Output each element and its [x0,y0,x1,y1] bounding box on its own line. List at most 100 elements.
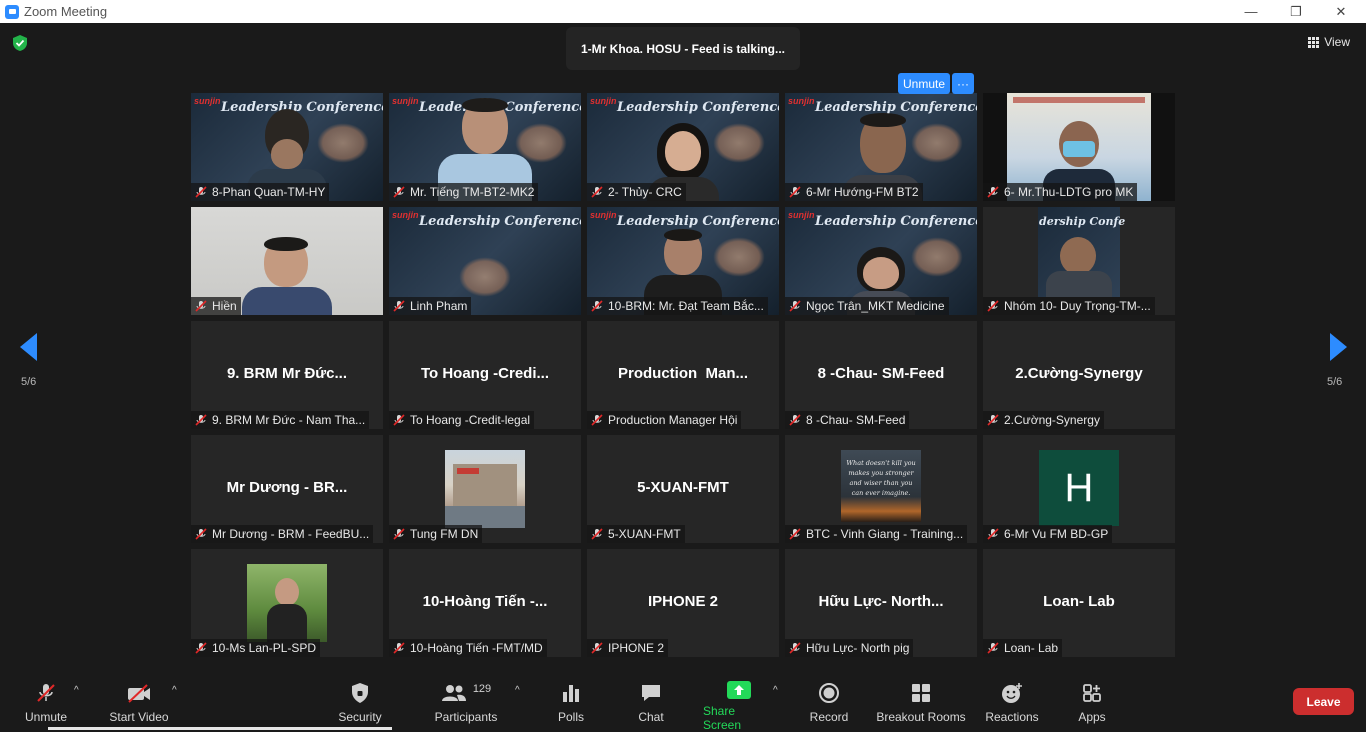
meeting-toolbar: Unmute ^ Start Video ^ Security 129 Part… [0,675,1366,732]
video-tile[interactable]: dership Confe Nhóm 10- Duy Trọng-TM-... [983,207,1175,315]
participant-name-label: Nhóm 10- Duy Trọng-TM-... [983,297,1155,315]
view-button[interactable]: View [1308,35,1350,49]
video-tile[interactable]: To Hoang -Credi... To Hoang -Credit-lega… [389,321,581,429]
muted-mic-icon [393,414,405,426]
muted-mic-icon [591,186,603,198]
reactions-smiley-icon [1002,683,1022,703]
participant-display-name: 10-Hoàng Tiến -... [422,593,548,610]
muted-mic-icon [987,642,999,654]
security-shield-icon [352,683,368,703]
unmute-participant-button[interactable]: Unmute [898,73,951,94]
video-tile[interactable]: 10-Hoàng Tiến -... 10-Hoàng Tiến -FMT/MD [389,549,581,657]
participant-name-label: Mr. Tiếng TM-BT2-MK2 [389,183,539,201]
start-video-button[interactable]: Start Video [106,681,172,726]
video-tile[interactable]: sunjin Leadership Conference 2- Thủy- CRC [587,93,779,201]
muted-mic-icon [591,642,603,654]
video-tile[interactable]: sunjin Leadership Conference 6-Mr Hướng-F… [785,93,977,201]
more-options-button[interactable]: ··· [952,73,974,94]
video-options-caret-icon[interactable]: ^ [172,685,177,696]
muted-mic-icon [789,186,801,198]
video-tile[interactable]: sunjin Leadership Conference Mr. Tiếng TM… [389,93,581,201]
participants-options-caret-icon[interactable]: ^ [515,685,520,696]
participant-name-label: Ngọc Trân_MKT Medicine [785,297,949,315]
muted-mic-icon [393,186,405,198]
avatar: H [1039,450,1119,526]
active-speaker-banner: 1-Mr Khoa. HOSU - Feed is talking... [566,27,800,70]
muted-microphone-icon [37,684,55,702]
participant-name-label: Production Manager Hội [587,411,742,429]
participant-display-name: 2.Cường-Synergy [1015,365,1143,382]
close-button[interactable]: ✕ [1318,0,1364,23]
video-tile[interactable]: Hiền [191,207,383,315]
breakout-rooms-icon [912,684,930,702]
video-tile[interactable]: 2.Cường-Synergy 2.Cường-Synergy [983,321,1175,429]
unmute-button[interactable]: Unmute [22,681,70,726]
next-page-arrow-icon[interactable] [1330,333,1347,361]
video-tile[interactable]: Hữu Lực- North... Hữu Lực- North pig [785,549,977,657]
video-tile[interactable]: sunjin Leadership Conference 10-BRM: Mr. … [587,207,779,315]
participant-name-label: 9. BRM Mr Đức - Nam Tha... [191,411,370,429]
video-tile[interactable]: Loan- Lab Loan- Lab [983,549,1175,657]
maximize-button[interactable]: ❐ [1273,0,1319,23]
apps-button[interactable]: Apps [1075,681,1109,726]
breakout-rooms-button[interactable]: Breakout Rooms [876,681,966,726]
video-tile[interactable]: Production Man... Production Manager Hội [587,321,779,429]
polls-icon [563,685,579,702]
muted-mic-icon [987,300,999,312]
participant-name-label: 10-BRM: Mr. Đạt Team Bắc... [587,297,768,315]
previous-page-arrow-icon[interactable] [20,333,37,361]
video-tile[interactable]: 8 -Chau- SM-Feed 8 -Chau- SM-Feed [785,321,977,429]
participant-name-label: Loan- Lab [983,639,1063,657]
participant-name-label: 2.Cường-Synergy [983,411,1104,429]
participant-name-label: Tung FM DN [389,525,483,543]
participant-name-label: 5-XUAN-FMT [587,525,685,543]
video-tile[interactable]: H 6-Mr Vu FM BD-GP [983,435,1175,543]
video-tile[interactable]: 5-XUAN-FMT 5-XUAN-FMT [587,435,779,543]
video-tile[interactable]: 9. BRM Mr Đức... 9. BRM Mr Đức - Nam Tha… [191,321,383,429]
page-indicator-right: 5/6 [1327,376,1343,388]
muted-mic-icon [987,528,999,540]
muted-mic-icon [789,528,801,540]
encryption-shield-icon[interactable] [11,34,29,52]
muted-mic-icon [789,642,801,654]
zoom-app-icon [5,4,19,19]
reactions-button[interactable]: Reactions [985,681,1039,726]
record-button[interactable]: Record [808,681,850,726]
participants-button[interactable]: 129 Participants [432,681,500,726]
video-tile[interactable]: 10-Ms Lan-PL-SPD [191,549,383,657]
muted-mic-icon [789,300,801,312]
profile-picture: What doesn't kill you makes you stronger… [841,450,921,522]
muted-mic-icon [195,186,207,198]
record-icon [819,683,839,703]
polls-button[interactable]: Polls [556,681,586,726]
profile-picture [445,450,525,528]
muted-mic-icon [195,528,207,540]
video-tile[interactable]: sunjin Leadership Conference 8-Phan Quan-… [191,93,383,201]
security-button[interactable]: Security [336,681,384,726]
participant-display-name: To Hoang -Credi... [420,365,550,382]
participant-name-label: Hiền [191,297,241,315]
share-screen-button[interactable]: Share Screen [703,681,775,732]
minimize-button[interactable]: — [1228,0,1274,23]
muted-mic-icon [789,414,801,426]
participant-name-label: 8-Phan Quan-TM-HY [191,183,330,201]
page-indicator-left: 5/6 [21,376,37,388]
audio-options-caret-icon[interactable]: ^ [74,685,79,696]
video-tile[interactable]: IPHONE 2 IPHONE 2 [587,549,779,657]
video-tile[interactable]: sunjin Leadership Conference Ngọc Trân_MK… [785,207,977,315]
video-tile[interactable]: sunjin Leadership Conference Linh Pham [389,207,581,315]
share-options-caret-icon[interactable]: ^ [773,685,778,696]
muted-mic-icon [195,414,207,426]
video-tile[interactable]: Mr Dương - BR... Mr Dương - BRM - FeedBU… [191,435,383,543]
leave-button[interactable]: Leave [1293,688,1354,715]
participant-display-name: Hữu Lực- North... [818,593,944,610]
chat-button[interactable]: Chat [636,681,666,726]
participant-name-label: IPHONE 2 [587,639,669,657]
view-label: View [1324,35,1350,49]
participant-name-label: Mr Dương - BRM - FeedBU... [191,525,374,543]
participants-count: 129 [472,683,492,695]
video-tile[interactable]: What doesn't kill you makes you stronger… [785,435,977,543]
video-tile[interactable]: 6- Mr.Thu-LDTG pro MK [983,93,1175,201]
participant-name-label: Linh Pham [389,297,472,315]
video-tile[interactable]: Tung FM DN [389,435,581,543]
